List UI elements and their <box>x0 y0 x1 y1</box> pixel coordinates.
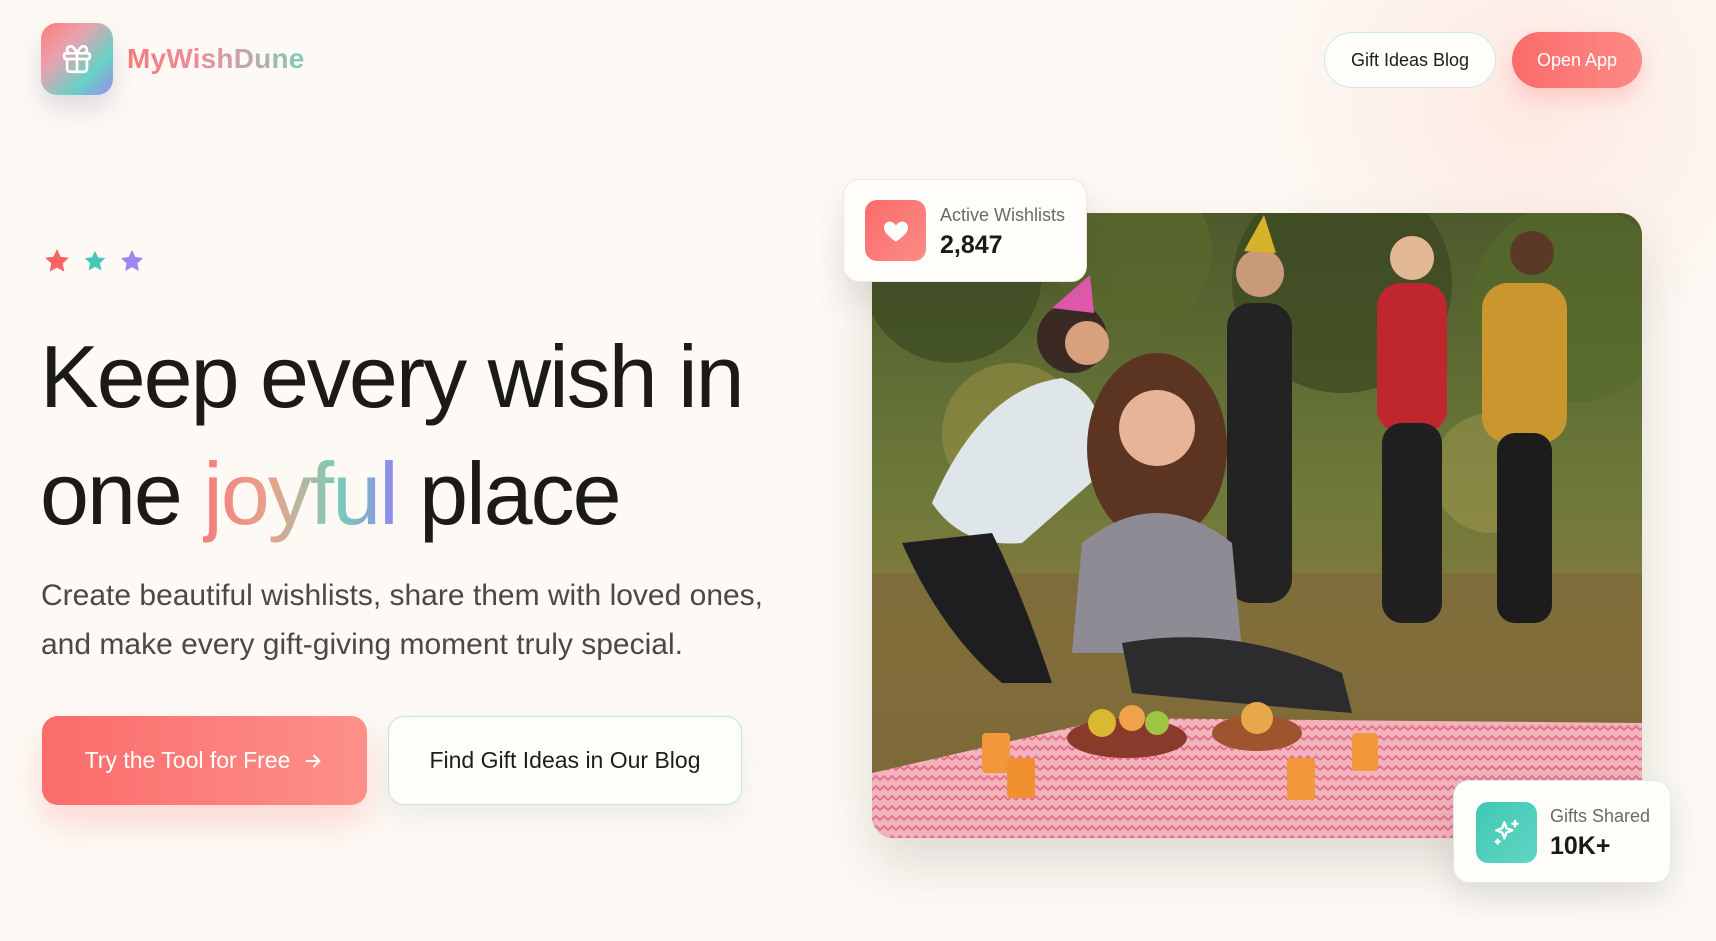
hero-subtitle: Create beautiful wishlists, share them w… <box>41 579 764 661</box>
party-photo-illustration <box>872 213 1642 838</box>
stat-label: Active Wishlists <box>940 205 1066 225</box>
rating-stars <box>42 246 146 276</box>
sparkle-icon-tile <box>1476 802 1537 863</box>
stat-card-gifts-shared: Gifts Shared 10K+ <box>1453 780 1671 883</box>
brand-name[interactable]: MyWishDune <box>127 43 305 75</box>
heart-icon-tile <box>865 200 926 261</box>
headline-accent-word: joyful <box>203 444 398 543</box>
star-icon <box>45 249 69 272</box>
stat-value: 2,847 <box>940 231 1003 259</box>
headline-suffix: place <box>396 444 621 543</box>
logo-tile[interactable] <box>41 23 113 95</box>
sparkle-icon <box>1493 819 1519 845</box>
headline-prefix: one <box>40 444 204 543</box>
stat-value: 10K+ <box>1550 832 1611 860</box>
hero-photo <box>872 213 1642 838</box>
try-tool-button[interactable]: Try the Tool for Free <box>42 716 367 805</box>
try-tool-label: Try the Tool for Free <box>84 747 291 773</box>
stat-label: Gifts Shared <box>1550 806 1651 826</box>
site-header: MyWishDune Gift Ideas Blog Open App <box>0 0 1716 120</box>
arrow-right-icon <box>305 753 321 768</box>
find-gift-ideas-button[interactable]: Find Gift Ideas in Our Blog <box>388 716 742 805</box>
open-app-button[interactable]: Open App <box>1512 32 1642 88</box>
heart-icon <box>883 221 908 242</box>
gift-ideas-blog-button[interactable]: Gift Ideas Blog <box>1324 32 1496 88</box>
hero-headline: Keep every wish in one joyful place <box>40 318 820 552</box>
gift-icon <box>62 44 92 74</box>
star-icon <box>120 249 144 272</box>
star-icon <box>84 250 106 271</box>
headline-line-1: Keep every wish in <box>40 327 745 426</box>
stat-card-active-wishlists: Active Wishlists 2,847 <box>843 179 1087 282</box>
